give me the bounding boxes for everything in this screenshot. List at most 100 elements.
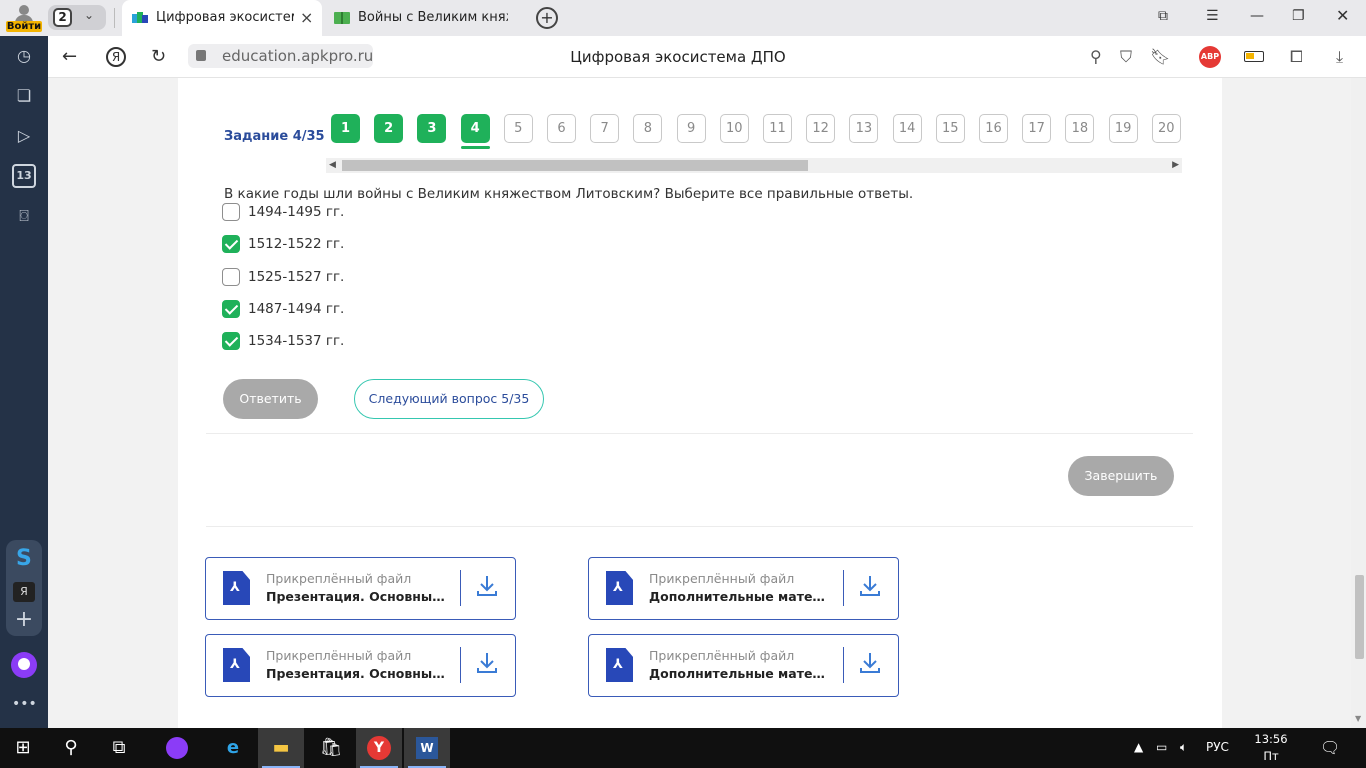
app-s-icon[interactable]: S bbox=[16, 546, 32, 571]
calendar-icon[interactable]: 13 bbox=[12, 164, 36, 188]
bookmark-icon[interactable]: 🔖︎ bbox=[1150, 47, 1170, 66]
question-number-12[interactable]: 12 bbox=[806, 114, 836, 143]
finish-button[interactable]: Завершить bbox=[1068, 456, 1174, 496]
clock[interactable]: 13:56 Пт 31.03.23 bbox=[1238, 731, 1304, 768]
protect-icon[interactable]: ⛉ bbox=[1120, 47, 1132, 67]
checkbox-checked[interactable] bbox=[222, 235, 240, 254]
new-tab-icon[interactable]: + bbox=[536, 7, 558, 29]
question-number-19[interactable]: 19 bbox=[1108, 114, 1138, 143]
bookmarks-panel-icon[interactable]: ⧉ bbox=[1158, 8, 1168, 24]
url-field[interactable]: education.apkpro.ru bbox=[188, 44, 373, 68]
edge-icon[interactable]: e bbox=[210, 728, 256, 768]
question-number-4[interactable]: 4 bbox=[460, 114, 490, 143]
start-icon[interactable]: ⊞ bbox=[0, 728, 46, 768]
page-scrollbar-thumb[interactable] bbox=[1355, 575, 1364, 659]
download-icon[interactable] bbox=[859, 651, 881, 675]
reload-icon[interactable]: ↻ bbox=[151, 46, 166, 67]
question-nav-scrollbar[interactable]: ◀ ▶ bbox=[326, 158, 1182, 173]
clock-time: 13:56 bbox=[1254, 732, 1288, 746]
question-number-10[interactable]: 10 bbox=[719, 114, 749, 143]
checkbox-checked[interactable] bbox=[222, 332, 240, 351]
restore-icon[interactable]: ❐ bbox=[1292, 8, 1305, 24]
notifications-icon[interactable]: 🗨︎ bbox=[1320, 738, 1340, 757]
back-icon[interactable]: ← bbox=[62, 46, 77, 67]
checkbox-unchecked[interactable] bbox=[222, 203, 240, 221]
word-icon[interactable]: W bbox=[404, 728, 450, 768]
question-number-18[interactable]: 18 bbox=[1065, 114, 1095, 143]
checkbox-unchecked[interactable] bbox=[222, 267, 240, 286]
battery-icon[interactable]: ▭ bbox=[1156, 740, 1167, 754]
windows-taskbar: ⊞ ⚲ ⧉ e ▬ 🛍︎ Y W ▲ ▭ 🔈︎ РУС 13:56 Пт 31.… bbox=[0, 728, 1366, 768]
question-number-8[interactable]: 8 bbox=[633, 114, 663, 143]
question-number-14[interactable]: 14 bbox=[892, 114, 922, 143]
question-number-13[interactable]: 13 bbox=[849, 114, 879, 143]
divider bbox=[206, 526, 1193, 527]
page-scrollbar[interactable]: ▼ bbox=[1351, 78, 1366, 728]
question-number-7[interactable]: 7 bbox=[590, 114, 620, 143]
video-icon[interactable]: ▷ bbox=[12, 124, 36, 148]
close-tab-icon[interactable]: × bbox=[300, 8, 313, 27]
clock-date: Пт 31.03.23 bbox=[1245, 749, 1296, 768]
question-number-2[interactable]: 2 bbox=[374, 114, 404, 143]
history-icon[interactable]: ◷ bbox=[12, 44, 36, 68]
question-number-3[interactable]: 3 bbox=[417, 114, 447, 143]
collections-icon[interactable]: ❏ bbox=[12, 84, 36, 108]
question-number-15[interactable]: 15 bbox=[935, 114, 965, 143]
attached-file-card[interactable]: Прикреплённый файл Дополнительные материа… bbox=[588, 634, 899, 697]
menu-icon[interactable]: ☰ bbox=[1206, 8, 1219, 24]
alice-assistant-icon[interactable] bbox=[11, 652, 37, 678]
yandex-browser-icon[interactable]: Y bbox=[356, 728, 402, 768]
file-caption: Прикреплённый файл bbox=[649, 571, 795, 586]
file-caption: Прикреплённый файл bbox=[266, 648, 412, 663]
question-number-17[interactable]: 17 bbox=[1022, 114, 1052, 143]
language-indicator[interactable]: РУС bbox=[1206, 740, 1229, 754]
tab-active[interactable]: Цифровая экосистема ДПО × bbox=[122, 0, 322, 36]
question-number-11[interactable]: 11 bbox=[763, 114, 792, 143]
pdf-file-icon bbox=[606, 648, 633, 682]
download-icon[interactable] bbox=[859, 574, 881, 598]
pdf-file-icon bbox=[223, 571, 250, 605]
question-number-5[interactable]: 5 bbox=[503, 114, 533, 143]
add-app-icon[interactable]: + bbox=[12, 608, 36, 632]
file-name: Презентация. Основные направления bbox=[266, 589, 446, 604]
task-view-icon[interactable]: ⧉ bbox=[96, 728, 142, 768]
attached-file-card[interactable]: Прикреплённый файл Дополнительные материа… bbox=[588, 557, 899, 620]
question-number-9[interactable]: 9 bbox=[676, 114, 706, 143]
checkbox-checked[interactable] bbox=[222, 299, 240, 318]
download-icon[interactable]: ⤓ bbox=[1336, 47, 1343, 67]
screenshot-icon[interactable]: ⌼ bbox=[12, 204, 36, 228]
download-icon[interactable] bbox=[476, 574, 498, 598]
more-icon[interactable]: ••• bbox=[12, 692, 37, 716]
explorer-icon[interactable]: ▬ bbox=[258, 728, 304, 768]
search-page-icon[interactable]: ⚲ bbox=[1090, 47, 1102, 66]
scrollbar-thumb[interactable] bbox=[342, 160, 808, 171]
alice-taskbar-icon[interactable] bbox=[154, 728, 200, 768]
show-hidden-icon[interactable]: ▲ bbox=[1134, 740, 1143, 754]
battery-saver-icon[interactable] bbox=[1244, 51, 1264, 62]
question-number-6[interactable]: 6 bbox=[547, 114, 576, 143]
minimize-icon[interactable]: — bbox=[1250, 8, 1264, 24]
scroll-left-icon[interactable]: ◀ bbox=[329, 160, 336, 170]
tab-count-button[interactable]: 2 ⌄ bbox=[48, 5, 106, 30]
attached-file-card[interactable]: Прикреплённый файл Презентация. Основные … bbox=[205, 634, 516, 697]
adblock-icon[interactable]: ABP bbox=[1199, 46, 1221, 68]
extensions-icon[interactable]: ⧠ bbox=[1290, 47, 1303, 67]
yandex-icon[interactable]: Я bbox=[106, 47, 126, 67]
tab-inactive[interactable]: Войны с Великим княжеством Литовским bbox=[324, 0, 524, 36]
scroll-down-icon[interactable]: ▼ bbox=[1355, 714, 1361, 723]
answer-button[interactable]: Ответить bbox=[223, 379, 318, 419]
volume-icon[interactable]: 🔈︎ bbox=[1180, 740, 1187, 755]
user-login-button[interactable]: Войти bbox=[6, 2, 42, 34]
lock-icon bbox=[196, 50, 206, 61]
app-ya-icon[interactable]: Я bbox=[13, 582, 35, 602]
question-number-16[interactable]: 16 bbox=[979, 114, 1008, 143]
search-icon[interactable]: ⚲ bbox=[48, 728, 94, 768]
attached-file-card[interactable]: Прикреплённый файл Презентация. Основные … bbox=[205, 557, 516, 620]
close-window-icon[interactable]: ✕ bbox=[1336, 6, 1349, 25]
question-number-20[interactable]: 20 bbox=[1151, 114, 1181, 143]
store-icon[interactable]: 🛍︎ bbox=[308, 728, 354, 768]
next-question-button[interactable]: Следующий вопрос 5/35 bbox=[354, 379, 544, 419]
download-icon[interactable] bbox=[476, 651, 498, 675]
question-number-1[interactable]: 1 bbox=[331, 114, 360, 143]
scroll-right-icon[interactable]: ▶ bbox=[1172, 160, 1179, 170]
